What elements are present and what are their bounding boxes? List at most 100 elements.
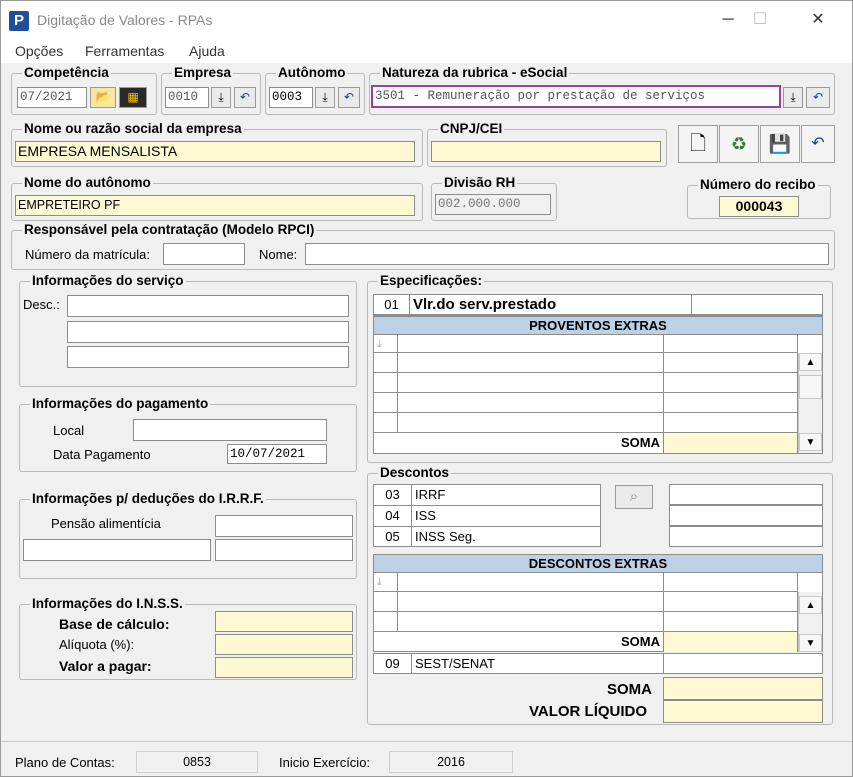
especificacoes-label: Especificações:	[378, 273, 485, 288]
iss-valor-field[interactable]	[669, 505, 823, 526]
natureza-field[interactable]: 3501 - Remuneração por prestação de serv…	[371, 85, 781, 108]
responsavel-nome-label: Nome:	[259, 247, 298, 262]
nome-autonomo-field[interactable]: EMPRETEIRO PF	[15, 195, 415, 216]
save-disk-icon[interactable]: 💾	[760, 125, 800, 163]
proventos-row[interactable]	[398, 393, 664, 413]
desconto-code: 03	[374, 485, 412, 506]
close-button[interactable]: ✕	[795, 7, 841, 33]
sest-code: 09	[374, 654, 412, 673]
menu-ajuda[interactable]: Ajuda	[189, 43, 225, 59]
proventos-soma-field	[664, 433, 798, 453]
inss-seg-valor-field[interactable]	[669, 526, 823, 547]
pensao-label: Pensão alimentícia	[51, 516, 161, 531]
scroll-down-icon[interactable]: ▼	[799, 433, 822, 451]
valor-liquido-label: VALOR LÍQUIDO	[529, 703, 648, 720]
irrf-label: Informações p/ deduções do I.R.R.F.	[30, 491, 266, 506]
menu-opcoes[interactable]: Opções	[15, 43, 63, 59]
empresa-undo-icon[interactable]: ↶	[234, 87, 256, 108]
empresa-lookup-arrow-icon[interactable]: ⤓	[211, 87, 231, 108]
recibo-field[interactable]: 000043	[719, 196, 799, 217]
descontos-sort-arrow-icon: ⤓	[374, 573, 398, 592]
scroll-up-icon[interactable]: ▲	[799, 353, 822, 371]
search-icon[interactable]: ⌕	[615, 485, 653, 509]
total-soma-field	[663, 677, 823, 700]
desc-field-2[interactable]	[67, 321, 349, 343]
valor-liquido-field	[663, 700, 823, 723]
irrf-valor-field[interactable]	[669, 484, 823, 505]
razao-field[interactable]: EMPRESA MENSALISTA	[15, 141, 415, 162]
autonomo-lookup-arrow-icon[interactable]: ⤓	[315, 87, 335, 108]
matricula-field[interactable]	[163, 243, 245, 265]
descontos-row[interactable]	[374, 592, 398, 612]
valor-pagar-field[interactable]	[215, 657, 353, 678]
base-calculo-label: Base de cálculo:	[59, 616, 170, 632]
recycle-bin-icon[interactable]: ♻	[719, 125, 759, 163]
maximize-button[interactable]: ☐	[737, 7, 783, 33]
cnpj-label: CNPJ/CEI	[438, 121, 505, 136]
proventos-row[interactable]	[374, 393, 398, 413]
desc-label: Desc.:	[23, 297, 60, 312]
desconto-code: 04	[374, 506, 412, 527]
pensao-beneficiario-field[interactable]	[23, 539, 211, 561]
proventos-row[interactable]	[398, 353, 664, 373]
scroll-up-icon[interactable]: ▲	[799, 596, 822, 614]
competencia-field[interactable]: 07/2021	[17, 87, 87, 108]
proventos-scrollbar[interactable]: ▲ ▼	[798, 353, 822, 453]
proventos-row[interactable]	[374, 373, 398, 393]
base-calculo-field[interactable]	[215, 611, 353, 632]
proventos-row[interactable]	[398, 373, 664, 393]
pensao-valor-field[interactable]	[215, 539, 353, 561]
pensao-field[interactable]	[215, 515, 353, 537]
descontos-scrollbar[interactable]: ▲ ▼	[798, 592, 822, 652]
undo-icon[interactable]: ↶	[801, 125, 835, 163]
desc-field-1[interactable]	[67, 295, 349, 317]
descontos-row[interactable]	[398, 592, 664, 612]
servico-code: 01	[374, 295, 410, 315]
total-soma-label: SOMA	[607, 681, 652, 698]
servico-valor[interactable]	[692, 295, 823, 315]
new-document-icon[interactable]: 🗋	[678, 125, 718, 163]
autonomo-undo-icon[interactable]: ↶	[338, 87, 360, 108]
proventos-extras-header: PROVENTOS EXTRAS	[374, 317, 822, 335]
proventos-row[interactable]	[398, 413, 664, 433]
proventos-row[interactable]	[664, 373, 798, 393]
natureza-undo-icon[interactable]: ↶	[806, 87, 830, 108]
servico-item: Vlr.do serv.prestado	[410, 295, 692, 315]
open-folder-icon[interactable]: 📂	[90, 87, 116, 108]
title-bar: P Digitação de Valores - RPAs ─ ☐ ✕	[1, 1, 852, 39]
local-field[interactable]	[133, 419, 327, 441]
proventos-col-valor	[664, 335, 798, 353]
data-pagamento-field[interactable]: 10/07/2021	[227, 444, 327, 464]
recibo-label: Número do recibo	[698, 177, 818, 192]
inss-label: Informações do I.N.S.S.	[30, 596, 185, 611]
menu-ferramentas[interactable]: Ferramentas	[85, 43, 164, 59]
descontos-row[interactable]	[664, 592, 798, 612]
plano-contas-label: Plano de Contas:	[15, 755, 115, 770]
scroll-down-icon[interactable]: ▼	[799, 634, 822, 652]
menu-bar: Opções Ferramentas Ajuda	[1, 39, 852, 63]
autonomo-field[interactable]: 0003	[269, 87, 313, 108]
descontos-row[interactable]	[398, 612, 664, 632]
proventos-row[interactable]	[374, 353, 398, 373]
descontos-col-valor	[664, 573, 798, 592]
responsavel-nome-field[interactable]	[305, 243, 829, 265]
descontos-row[interactable]	[664, 612, 798, 632]
scroll-thumb[interactable]	[799, 375, 822, 399]
natureza-lookup-arrow-icon[interactable]: ⤓	[783, 87, 803, 108]
local-label: Local	[53, 423, 85, 438]
proventos-row[interactable]	[664, 353, 798, 373]
data-pagamento-label: Data Pagamento	[53, 447, 151, 462]
aliquota-field[interactable]	[215, 634, 353, 655]
descontos-row[interactable]	[374, 612, 398, 632]
calendar-icon[interactable]: ▦	[119, 87, 147, 108]
proventos-row[interactable]	[374, 413, 398, 433]
empresa-field[interactable]: 0010	[165, 87, 209, 108]
proventos-row[interactable]	[664, 413, 798, 433]
desc-field-3[interactable]	[67, 346, 349, 368]
proventos-col-desc	[398, 335, 664, 353]
sest-valor-field[interactable]	[664, 654, 823, 673]
proventos-row[interactable]	[664, 393, 798, 413]
cnpj-field[interactable]	[431, 141, 661, 162]
descontos-label: Descontos	[378, 465, 452, 480]
desconto-name: ISS	[412, 506, 600, 527]
